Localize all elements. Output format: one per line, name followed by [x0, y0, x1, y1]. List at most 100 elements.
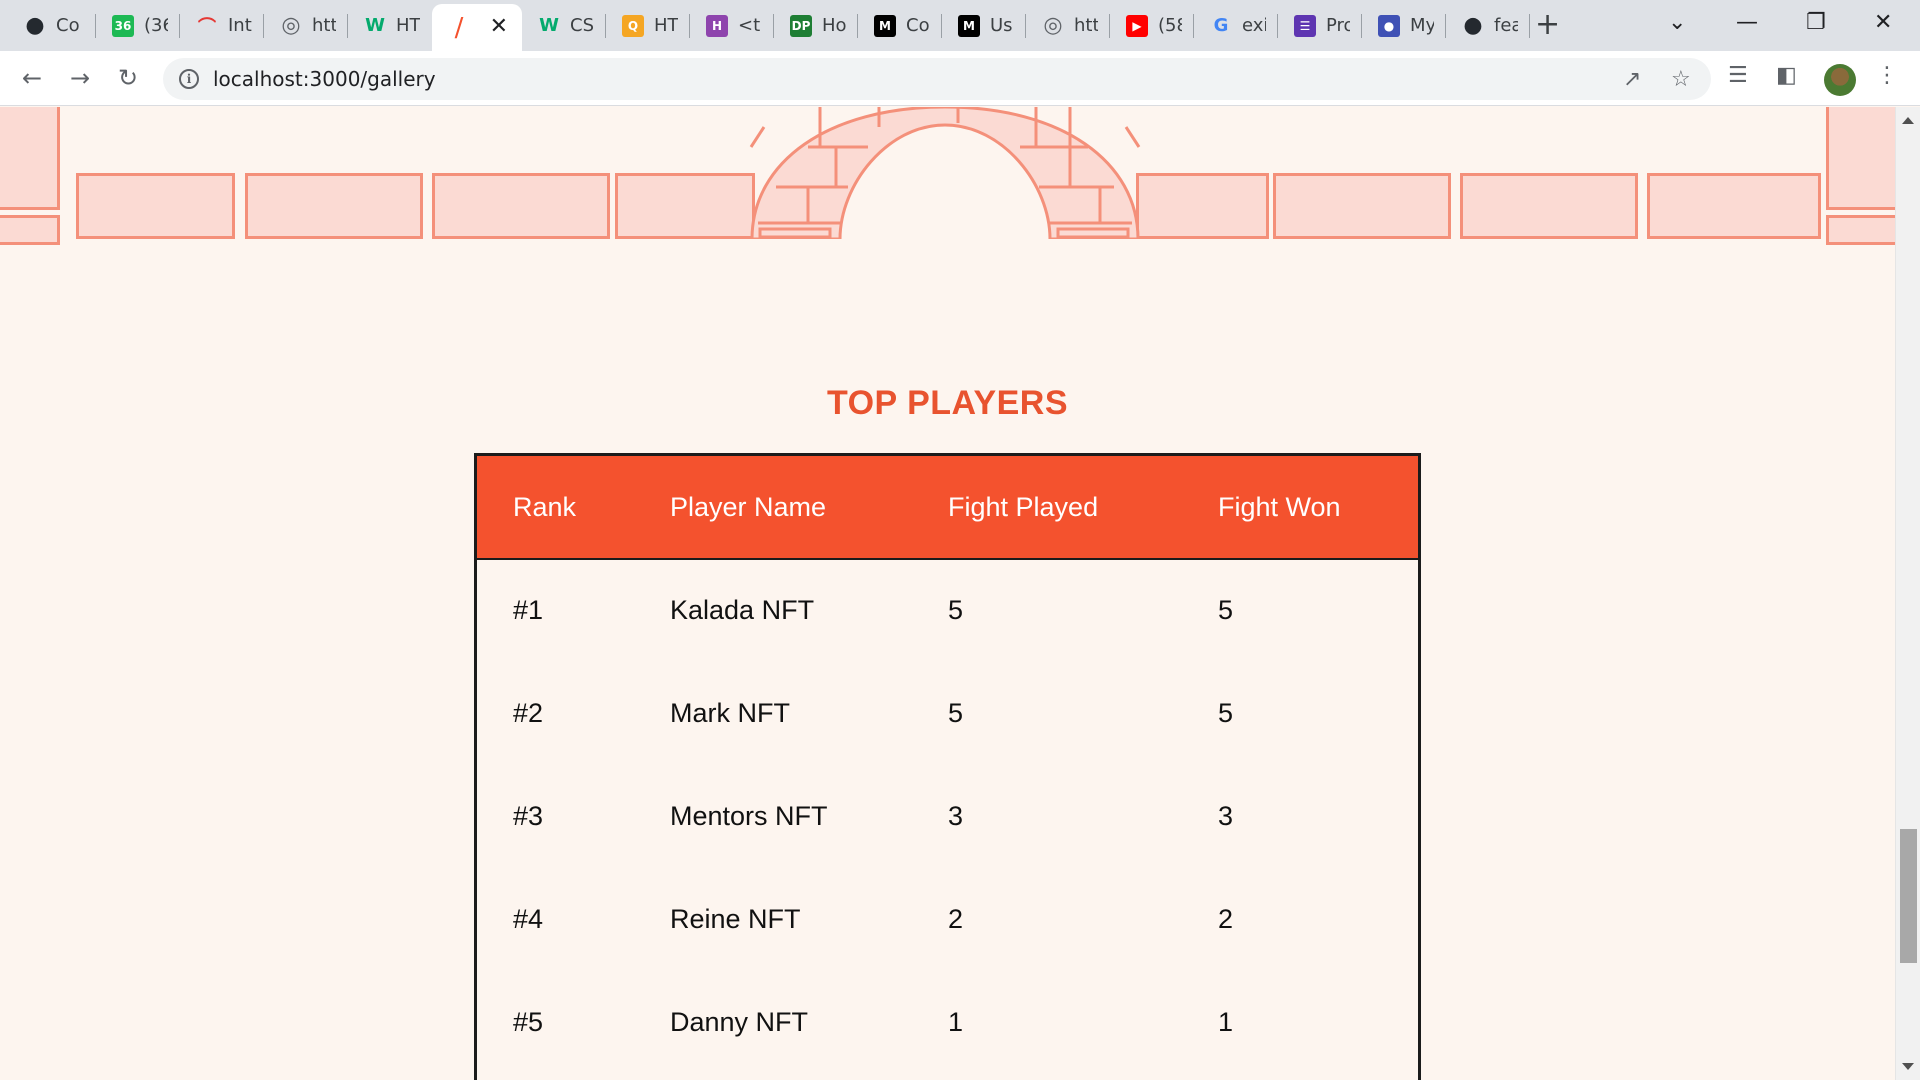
orb-icon: ●: [1378, 14, 1400, 37]
menu-kebab-icon[interactable]: ⋮: [1876, 63, 1898, 88]
brick: [245, 173, 423, 239]
browser-tab-title: htt: [312, 15, 336, 36]
vercel-slash-icon: /: [454, 12, 464, 43]
browser-tab-title: Int: [228, 15, 252, 36]
browser-tab[interactable]: Q HT: [606, 0, 690, 51]
close-window-icon[interactable]: ✕: [1874, 8, 1892, 38]
browser-tab[interactable]: 36 (36: [96, 0, 180, 51]
tab-search-chevron-icon[interactable]: ⌄: [1668, 8, 1686, 38]
browser-tab[interactable]: W CS: [522, 0, 606, 51]
gallery-page: TOP PLAYERS Rank Player Name Fight Playe…: [0, 107, 1895, 1080]
dashboard-icon: ⌒: [198, 16, 216, 38]
section-title: TOP PLAYERS: [826, 384, 1069, 422]
browser-tab[interactable]: ▶ (58: [1110, 0, 1194, 51]
browser-tab[interactable]: H <t: [690, 0, 774, 51]
browser-tab-title: HT: [396, 15, 420, 36]
minimize-window-icon[interactable]: —: [1736, 8, 1758, 38]
brick: [1136, 173, 1269, 239]
cell-fight-played: 2: [948, 904, 964, 934]
cell-rank: #4: [513, 904, 544, 934]
brick: [1826, 107, 1895, 210]
cell-fight-won: 3: [1218, 801, 1234, 831]
browser-tab-title: Ho: [822, 15, 846, 36]
browser-tab-title: HT: [654, 15, 678, 36]
leaderboard-table: Rank Player Name Fight Played Fight Won …: [474, 453, 1421, 1080]
cell-fight-played: 1: [948, 1007, 964, 1037]
browser-tab[interactable]: ● fea: [1446, 0, 1530, 51]
browser-tab[interactable]: W HT: [348, 0, 432, 51]
share-icon[interactable]: ↗: [1623, 67, 1641, 92]
youtube-icon: ▶: [1126, 14, 1148, 37]
table-row: #5 Danny NFT 1 1: [477, 972, 1418, 1075]
browser-tab-title: fea: [1494, 15, 1518, 36]
side-panel-icon[interactable]: ◧: [1776, 63, 1797, 88]
globe-icon: ◎: [281, 13, 301, 38]
scrollbar-thumb[interactable]: [1900, 829, 1917, 963]
close-tab-icon[interactable]: ✕: [490, 14, 508, 39]
cell-player-name: Kalada NFT: [670, 595, 815, 625]
github-icon: ●: [25, 13, 45, 38]
medium-icon: M: [958, 14, 980, 37]
notification-icon: 36: [112, 14, 134, 37]
bookmark-star-icon[interactable]: ☆: [1671, 67, 1691, 92]
browser-tab-title: CS: [570, 15, 594, 36]
browser-tab[interactable]: / ✕: [432, 4, 522, 51]
browser-tab[interactable]: ☰ Pro: [1278, 0, 1362, 51]
browser-tab[interactable]: ● My: [1362, 0, 1446, 51]
brick: [76, 173, 235, 239]
cell-player-name: Danny NFT: [670, 1007, 809, 1037]
reload-icon[interactable]: ↻: [113, 63, 143, 93]
browser-tab[interactable]: ● Co: [0, 0, 96, 51]
browser-tab-title: Co: [56, 15, 80, 36]
cell-fight-played: 3: [948, 801, 964, 831]
table-header-row: Rank Player Name Fight Played Fight Won: [477, 456, 1418, 560]
back-arrow-icon[interactable]: ←: [17, 63, 47, 93]
brick: [1647, 173, 1821, 239]
browser-tab-title: (36: [144, 15, 168, 36]
brick: [1460, 173, 1638, 239]
browser-tab-title: Usi: [990, 15, 1014, 36]
globe-icon: ◎: [1043, 13, 1063, 38]
browser-tab[interactable]: ◎ htt: [264, 0, 348, 51]
browser-tab[interactable]: ◎ htt: [1026, 0, 1110, 51]
restore-window-icon[interactable]: ❐: [1806, 8, 1826, 38]
page-scrollbar[interactable]: [1895, 107, 1920, 1080]
brick: [0, 107, 60, 210]
forward-arrow-icon[interactable]: →: [65, 63, 95, 93]
browser-tab[interactable]: ⌒ Int: [180, 0, 264, 51]
header-fight-won: Fight Won: [1218, 492, 1341, 522]
header-player-name: Player Name: [670, 492, 827, 522]
cell-rank: #5: [513, 1007, 544, 1037]
dp-icon: DP: [790, 14, 812, 37]
google-icon: G: [1213, 15, 1229, 36]
scroll-down-arrow-icon[interactable]: [1902, 1063, 1914, 1070]
browser-tab-title: Co: [906, 15, 930, 36]
cell-fight-won: 5: [1218, 698, 1234, 728]
site-info-icon[interactable]: i: [179, 69, 199, 89]
cell-rank: #1: [513, 595, 544, 625]
cell-fight-won: 2: [1218, 904, 1234, 934]
w3schools-icon: W: [539, 15, 559, 36]
search-magnifier-icon: Q: [622, 14, 644, 37]
browser-tab-title: <t: [738, 15, 761, 36]
media-control-icon[interactable]: ☰: [1728, 63, 1748, 88]
table-row: #3 Mentors NFT 3 3: [477, 766, 1418, 869]
profile-avatar[interactable]: [1824, 64, 1856, 96]
scroll-up-arrow-icon[interactable]: [1902, 117, 1914, 124]
browser-tab[interactable]: M Usi: [942, 0, 1026, 51]
address-bar[interactable]: i localhost:3000/gallery ↗ ☆: [163, 58, 1711, 100]
url-text[interactable]: localhost:3000/gallery: [213, 67, 436, 91]
header-fight-played: Fight Played: [948, 492, 1099, 522]
browser-tab[interactable]: Gexi: [1194, 0, 1278, 51]
new-tab-plus-icon[interactable]: +: [1535, 8, 1560, 42]
browser-tab[interactable]: M Co: [858, 0, 942, 51]
list-icon: ☰: [1294, 14, 1316, 37]
table-row: #1 Kalada NFT 5 5: [477, 560, 1418, 663]
browser-tab[interactable]: DP Ho: [774, 0, 858, 51]
browser-tab-title: My: [1410, 15, 1434, 36]
tab-separator: [1529, 14, 1530, 38]
github-icon: ●: [1463, 13, 1483, 38]
cell-rank: #3: [513, 801, 544, 831]
w3schools-icon: W: [365, 15, 385, 36]
brick: [615, 173, 755, 239]
